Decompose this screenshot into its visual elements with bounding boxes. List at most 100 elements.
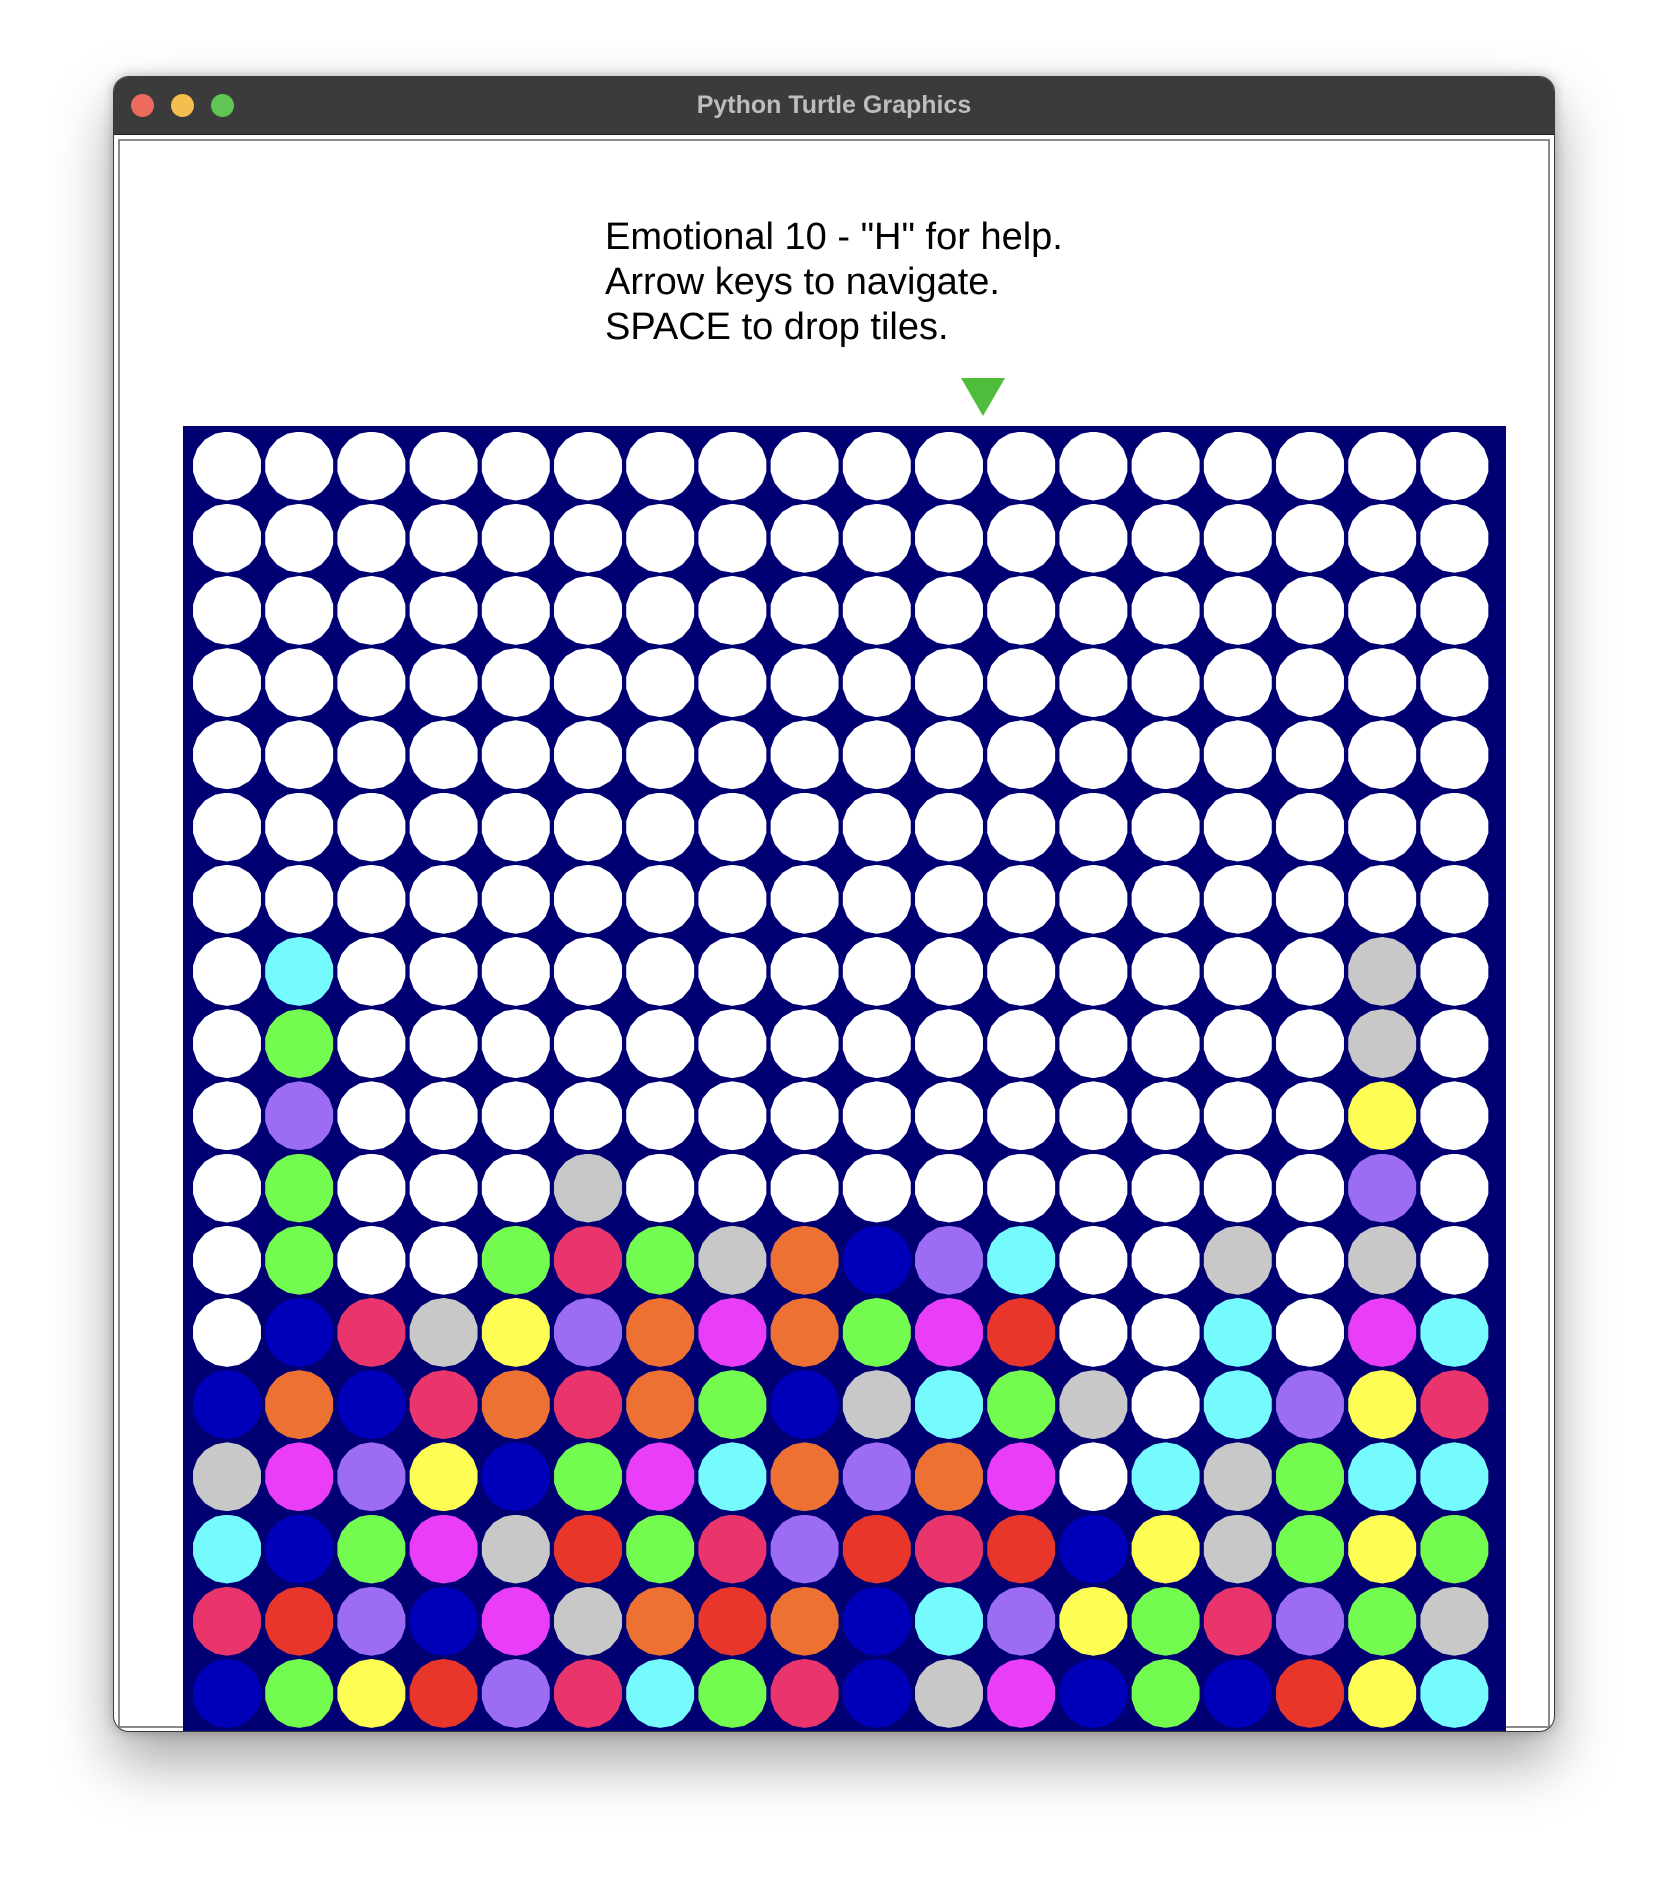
- tile-cell: [1131, 1225, 1200, 1295]
- tile-cell: [1059, 648, 1128, 718]
- tile-cell: [1348, 792, 1417, 862]
- tile-cell: [1276, 1370, 1344, 1440]
- tile-cell: [554, 1658, 622, 1728]
- tile-cell: [265, 648, 334, 718]
- tile-cell: [770, 1153, 839, 1223]
- tile-cell: [626, 431, 695, 501]
- tile-cell: [1276, 1009, 1344, 1079]
- tile-cell: [337, 503, 406, 573]
- tile-cell: [915, 1658, 983, 1728]
- tile-cell: [1059, 1370, 1128, 1440]
- tile-cell: [1420, 1658, 1489, 1728]
- tile-cell: [193, 1370, 261, 1440]
- tile-cell: [770, 1297, 839, 1367]
- tile-cell: [1276, 1658, 1344, 1728]
- tile-cell: [409, 1442, 478, 1512]
- tile-cell: [409, 1370, 478, 1440]
- tile-cell: [1348, 1297, 1417, 1367]
- tile-cell: [842, 792, 911, 862]
- tile-cell: [1203, 1297, 1272, 1367]
- tile-cell: [842, 1009, 911, 1079]
- game-canvas[interactable]: Emotional 10 - "H" for help. Arrow keys …: [118, 139, 1550, 1731]
- tile-cell: [481, 1370, 550, 1440]
- tile-cell: [770, 864, 839, 934]
- tile-cell: [554, 1009, 622, 1079]
- tile-cell: [337, 1081, 406, 1151]
- tile-cell: [987, 720, 1056, 790]
- tile-cell: [554, 1586, 622, 1656]
- tile-cell: [987, 431, 1056, 501]
- tile-cell: [554, 1442, 622, 1512]
- tile-cell: [1276, 503, 1344, 573]
- window-titlebar[interactable]: Python Turtle Graphics: [114, 77, 1554, 135]
- tile-cell: [987, 1297, 1056, 1367]
- tile-cell: [1420, 720, 1489, 790]
- tile-cell: [1203, 648, 1272, 718]
- tile-cell: [1276, 648, 1344, 718]
- tile-cell: [409, 864, 478, 934]
- tile-cell: [698, 1081, 767, 1151]
- tile-cell: [265, 720, 334, 790]
- tile-cell: [1059, 1225, 1128, 1295]
- tile-cell: [193, 1009, 261, 1079]
- tile-cell: [1348, 431, 1417, 501]
- tile-cell: [698, 720, 767, 790]
- tile-cell: [337, 1658, 406, 1728]
- tile-cell: [842, 1370, 911, 1440]
- tile-cell: [193, 1225, 261, 1295]
- tile-cell: [626, 1081, 695, 1151]
- tile-cell: [1059, 1081, 1128, 1151]
- tile-cell: [1059, 936, 1128, 1006]
- tile-cell: [337, 648, 406, 718]
- tile-cell: [1420, 864, 1489, 934]
- tile-cell: [1203, 1658, 1272, 1728]
- tile-cell: [554, 936, 622, 1006]
- tile-cell: [1059, 1297, 1128, 1367]
- tile-cell: [1059, 1442, 1128, 1512]
- tile-cell: [842, 864, 911, 934]
- tile-cell: [554, 431, 622, 501]
- tile-cell: [698, 1297, 767, 1367]
- tile-cell: [409, 503, 478, 573]
- tile-cell: [337, 864, 406, 934]
- tile-cell: [698, 648, 767, 718]
- tile-cell: [987, 864, 1056, 934]
- tile-cell: [626, 1370, 695, 1440]
- tile-cell: [1131, 1009, 1200, 1079]
- tile-cell: [770, 1658, 839, 1728]
- tile-cell: [337, 720, 406, 790]
- tile-cell: [1276, 1297, 1344, 1367]
- tile-cell: [915, 575, 983, 645]
- tile-cell: [842, 1586, 911, 1656]
- tile-cell: [193, 1442, 261, 1512]
- tile-cell: [481, 1009, 550, 1079]
- tile-cell: [1131, 1370, 1200, 1440]
- tile-cell: [1420, 575, 1489, 645]
- tile-cell: [409, 1658, 478, 1728]
- tile-cell: [698, 1442, 767, 1512]
- tile-cell: [1348, 864, 1417, 934]
- tile-cell: [770, 1009, 839, 1079]
- tile-cell: [265, 575, 334, 645]
- tile-cell: [1203, 1370, 1272, 1440]
- tile-cell: [987, 936, 1056, 1006]
- tile-cell: [1420, 792, 1489, 862]
- tile-cell: [842, 648, 911, 718]
- tile-cell: [1131, 1586, 1200, 1656]
- tile-cell: [987, 1658, 1056, 1728]
- tile-cell: [1348, 1153, 1417, 1223]
- tile-cell: [1203, 936, 1272, 1006]
- tile-cell: [193, 648, 261, 718]
- tile-cell: [626, 1153, 695, 1223]
- tile-cell: [626, 1009, 695, 1079]
- tile-cell: [481, 503, 550, 573]
- tile-cell: [842, 1153, 911, 1223]
- tile-cell: [1276, 575, 1344, 645]
- tile-cell: [1203, 720, 1272, 790]
- tile-cell: [1276, 936, 1344, 1006]
- tile-cell: [409, 720, 478, 790]
- tile-board[interactable]: [183, 426, 1506, 1731]
- tile-cell: [1059, 575, 1128, 645]
- down-triangle-cursor-icon: [961, 378, 1005, 416]
- tile-cell: [481, 720, 550, 790]
